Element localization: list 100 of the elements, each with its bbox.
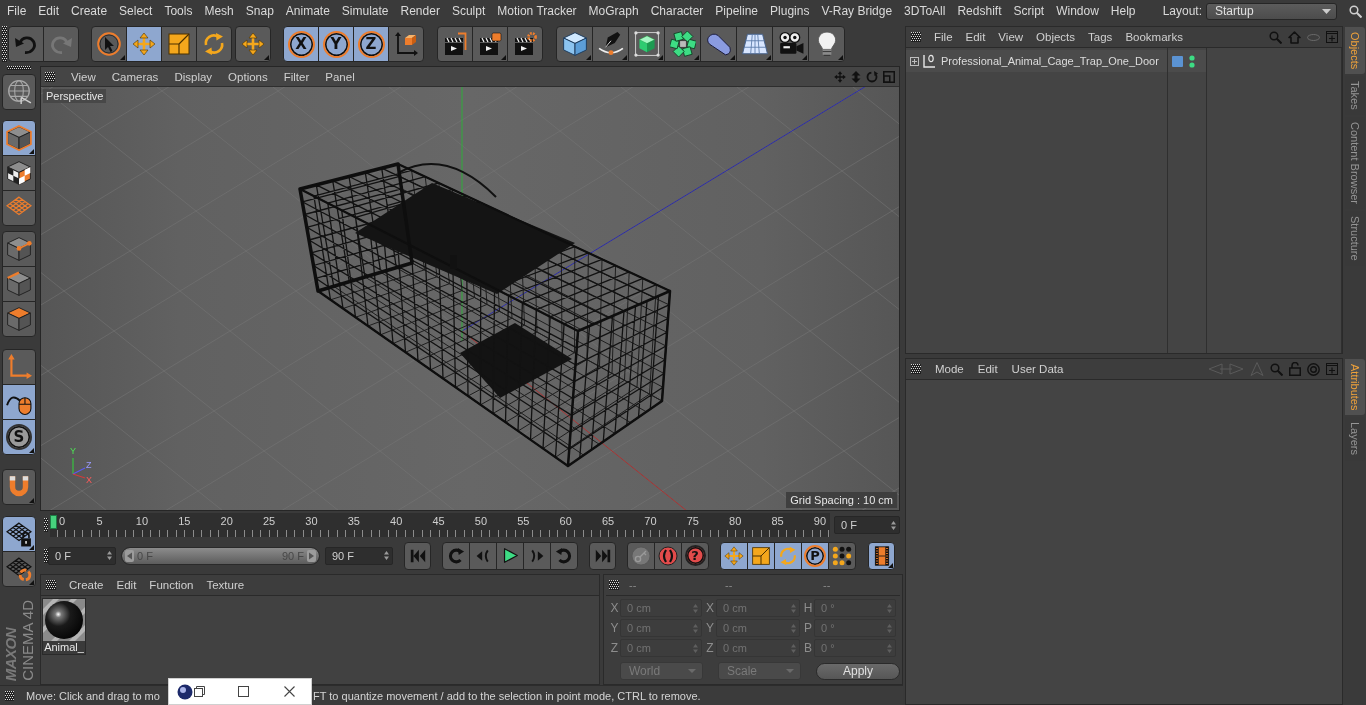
auto-key-button[interactable]: [654, 541, 682, 570]
axis-toggle-button[interactable]: Y: [318, 26, 354, 62]
tweak-mode-button[interactable]: [2, 384, 36, 420]
menu-item[interactable]: Redshift: [957, 4, 1002, 18]
viewport-menu-item[interactable]: View: [71, 70, 96, 83]
axis-toggle-button[interactable]: Z: [353, 26, 389, 62]
viewport-menu-item[interactable]: Panel: [325, 70, 355, 83]
objects-menu-item[interactable]: Objects: [1036, 31, 1076, 43]
side-tab[interactable]: Objects: [1345, 27, 1365, 75]
viewport-menu-item[interactable]: Cameras: [111, 70, 159, 83]
menu-item[interactable]: Motion Tracker: [497, 4, 577, 18]
viewport-canvas[interactable]: Perspective Y Z X Grid Spacing : 10 cm: [41, 87, 899, 510]
cloner-button[interactable]: [664, 26, 701, 62]
keyframe-selection-button[interactable]: ?: [681, 541, 709, 570]
point-level-button[interactable]: [828, 541, 856, 570]
cube-button[interactable]: [556, 26, 593, 62]
camera-button[interactable]: [772, 26, 809, 62]
material-tile[interactable]: Animal_: [42, 598, 86, 655]
attributes-menu-item[interactable]: Mode: [935, 363, 964, 375]
menu-item[interactable]: Tools: [164, 4, 193, 18]
viewport-menu-item[interactable]: Display: [174, 70, 213, 83]
objects-menu-item[interactable]: Tags: [1088, 31, 1113, 43]
subdivision-button[interactable]: [628, 26, 665, 62]
render-viewer-button[interactable]: [472, 26, 508, 62]
attributes-menu-item[interactable]: Edit: [977, 363, 998, 375]
model-mode-button[interactable]: [2, 120, 36, 156]
go-to-end-button[interactable]: [589, 541, 616, 570]
object-row[interactable]: Professional_Animal_Cage_Trap_One_Door: [906, 50, 1167, 72]
objects-menu-item[interactable]: File: [934, 31, 953, 43]
parameter-key-button[interactable]: P: [801, 541, 829, 570]
material-menu-item[interactable]: Create: [69, 579, 104, 591]
menu-item[interactable]: Plugins: [770, 4, 810, 18]
playhead-marker[interactable]: [50, 515, 57, 529]
lock-workplane-button[interactable]: [2, 516, 36, 552]
objects-menu-item[interactable]: Bookmarks: [1125, 31, 1183, 43]
material-menu-item[interactable]: Texture: [206, 579, 245, 591]
attributes-menu-item[interactable]: User Data: [1011, 363, 1064, 375]
make-editable-button[interactable]: [2, 74, 36, 110]
menu-item[interactable]: Animate: [285, 4, 330, 18]
start-frame-field[interactable]: 0 F: [48, 546, 116, 565]
workplane-snap-button[interactable]: [2, 551, 36, 587]
menu-item[interactable]: Render: [400, 4, 440, 18]
play-button[interactable]: [496, 541, 524, 570]
current-frame-field[interactable]: 0 F: [834, 516, 900, 534]
side-tab[interactable]: Attributes: [1345, 359, 1365, 416]
scale-tool-button[interactable]: [161, 26, 197, 62]
menu-item[interactable]: Help: [1110, 4, 1136, 18]
menu-item[interactable]: Create: [71, 4, 108, 18]
rotate-tool-button[interactable]: [196, 26, 232, 62]
solo-button[interactable]: S: [2, 419, 36, 455]
snap-button[interactable]: [2, 469, 36, 505]
edges-mode-button[interactable]: [2, 266, 36, 302]
objects-menu-item[interactable]: Edit: [965, 31, 986, 43]
menu-item[interactable]: 3DToAll: [904, 4, 946, 18]
axis-mode-button[interactable]: [2, 349, 36, 385]
menu-item[interactable]: MoGraph: [588, 4, 639, 18]
workplane-mode-button[interactable]: [2, 190, 36, 226]
timeline-ruler[interactable]: 0 5 10 15 20 25 30 35 40 45 50 55 60 65 70 75 80 85 90: [50, 513, 830, 537]
render-settings-button[interactable]: [507, 26, 543, 62]
coordinate-system-button[interactable]: [388, 26, 424, 62]
menu-item[interactable]: Mesh: [204, 4, 234, 18]
menu-item[interactable]: Character: [650, 4, 704, 18]
menu-item[interactable]: Window: [1056, 4, 1099, 18]
move-key-button[interactable]: [720, 541, 748, 570]
floor-button[interactable]: [736, 26, 773, 62]
render-view-button[interactable]: [437, 26, 473, 62]
viewport-menu-item[interactable]: Filter: [283, 70, 310, 83]
viewport-menu-item[interactable]: Options: [228, 70, 268, 83]
menu-item[interactable]: Script: [1013, 4, 1045, 18]
menu-item[interactable]: Snap: [245, 4, 274, 18]
pen-button[interactable]: [592, 26, 629, 62]
layout-dropdown[interactable]: Startup: [1206, 2, 1337, 20]
menu-item[interactable]: Pipeline: [715, 4, 759, 18]
transform-tool-button[interactable]: [235, 26, 271, 62]
previous-key-button[interactable]: [442, 541, 470, 570]
menu-item[interactable]: V-Ray Bridge: [821, 4, 893, 18]
points-mode-button[interactable]: [2, 231, 36, 267]
light-button[interactable]: [808, 26, 845, 62]
menu-item[interactable]: File: [7, 4, 27, 18]
texture-mode-button[interactable]: [2, 155, 36, 191]
material-menu-item[interactable]: Function: [149, 579, 194, 591]
selection-tool-button[interactable]: [91, 26, 127, 62]
material-menu-item[interactable]: Edit: [116, 579, 137, 591]
scale-key-button[interactable]: [747, 541, 775, 570]
menu-item[interactable]: Sculpt: [451, 4, 486, 18]
polygons-mode-button[interactable]: [2, 301, 36, 337]
axis-toggle-button[interactable]: X: [283, 26, 319, 62]
undo-button[interactable]: [8, 26, 44, 62]
timeline-toggle-button[interactable]: [868, 541, 895, 570]
rotate-key-button[interactable]: [774, 541, 802, 570]
objects-menu-item[interactable]: View: [998, 31, 1024, 43]
menu-item[interactable]: Edit: [38, 4, 60, 18]
next-key-button[interactable]: [550, 541, 578, 570]
record-keys-button[interactable]: [627, 541, 655, 570]
menu-item[interactable]: Select: [119, 4, 153, 18]
go-to-start-button[interactable]: [404, 541, 431, 570]
deformer-button[interactable]: [700, 26, 737, 62]
end-frame-field[interactable]: 90 F: [325, 546, 393, 565]
menu-item[interactable]: Simulate: [341, 4, 389, 18]
move-tool-button[interactable]: [126, 26, 162, 62]
